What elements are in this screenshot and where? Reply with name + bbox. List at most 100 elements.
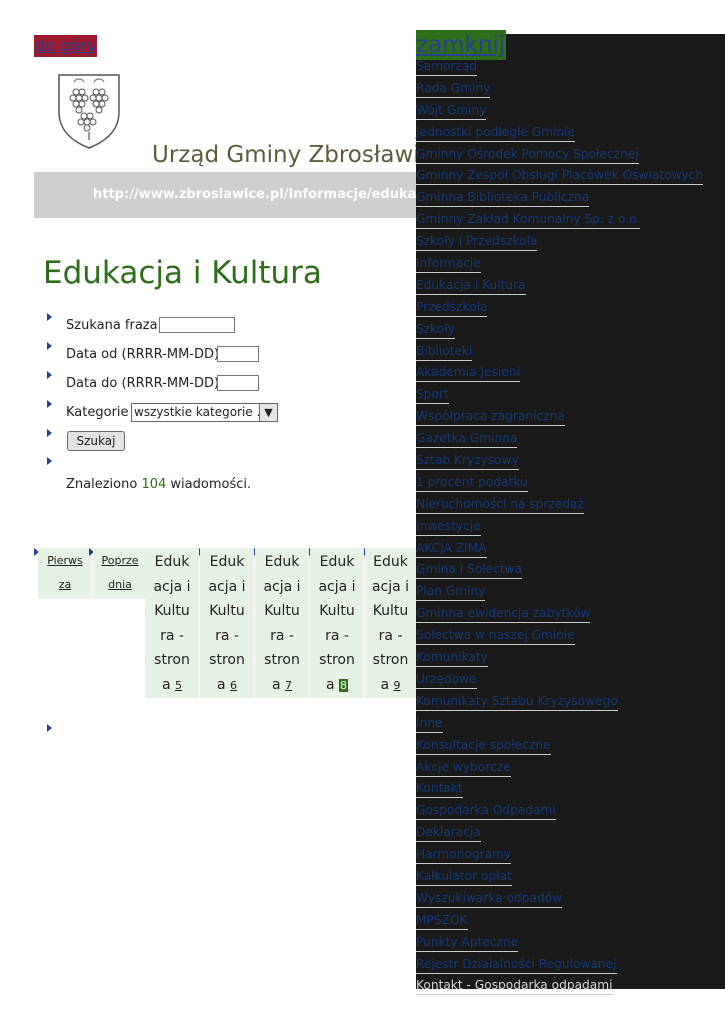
menu-item[interactable]: Akcje wyborcze <box>416 757 703 779</box>
menu-item[interactable]: Gminna Biblioteka Publiczna <box>416 187 703 209</box>
pagination-page-number[interactable]: 5 <box>175 679 182 692</box>
menu-item-label: Biblioteki <box>416 343 473 361</box>
results-count: 104 <box>141 477 167 492</box>
menu-item[interactable]: Szkoły <box>416 319 703 341</box>
url-bar: http://www.zbroslawice.pl/Informacje/edu… <box>34 172 434 218</box>
menu-item-label: Komunikaty <box>416 650 488 668</box>
pagination-page-text: a <box>271 676 281 693</box>
pagination-page-text: ra - <box>160 627 184 644</box>
menu-item[interactable]: Edukacja i Kultura <box>416 275 703 297</box>
pagination-current-page-number[interactable]: 8 <box>339 678 349 692</box>
menu-item-label: Kontakt <box>416 781 463 799</box>
menu-item[interactable]: Konsultacje społeczne <box>416 735 703 757</box>
menu-item-label: Gminna Biblioteka Publiczna <box>416 190 590 208</box>
menu-item-label: Harmonogramy <box>416 847 512 865</box>
date-from-input[interactable] <box>217 346 259 362</box>
menu-item[interactable]: Przedszkola <box>416 297 703 319</box>
date-to-input[interactable] <box>217 375 259 391</box>
pagination-prev[interactable]: Poprze dnia <box>93 548 147 599</box>
pagination-page-text: ra - <box>325 627 349 644</box>
menu-item[interactable]: Informacje <box>416 253 703 275</box>
menu-item[interactable]: Inne <box>416 713 703 735</box>
menu-item-label: Plan Gminy <box>416 584 486 602</box>
menu-item[interactable]: Kontakt - Gospodarka odpadami <box>416 975 703 997</box>
menu-item[interactable]: Gazetka Gminna <box>416 428 703 450</box>
pagination-first-line2[interactable]: za <box>59 578 72 591</box>
menu-item[interactable]: Gospodarka Odpadami <box>416 800 703 822</box>
menu-item[interactable]: Gminna ewidencja zabytków <box>416 603 703 625</box>
pagination-page-text: a <box>161 676 171 693</box>
menu-item[interactable]: Sport <box>416 384 703 406</box>
menu-item[interactable]: Sztab Kryzysowy <box>416 450 703 472</box>
category-selected-value: wszystkie kategorie ... <box>134 405 268 419</box>
pagination-page[interactable]: Eduk acja i Kultu ra - stron a 8 <box>310 548 364 698</box>
menu-item[interactable]: Rejestr Działalności Regulowanej <box>416 954 703 976</box>
search-phrase-input[interactable] <box>159 317 235 333</box>
menu-item[interactable]: Rada Gminy <box>416 78 703 100</box>
pagination-page-text: Kultu <box>209 603 245 619</box>
pagination-page-text: Kultu <box>319 603 355 619</box>
menu-item[interactable]: Gminny Ośrodek Pomocy Społecznej <box>416 144 703 166</box>
menu-item[interactable]: Komunikaty <box>416 647 703 669</box>
menu-item[interactable]: Akademia Jesieni <box>416 362 703 384</box>
menu-item[interactable]: Wójt Gminy <box>416 100 703 122</box>
triangle-bullet-icon <box>47 342 52 350</box>
menu-item-label: Komunikaty Sztabu Kryzysowego <box>416 693 618 711</box>
pagination-prev-line2[interactable]: dnia <box>108 578 132 591</box>
menu-item[interactable]: Gminny Zakład Komunalny Sp. z o.o. <box>416 209 703 231</box>
menu-item[interactable]: AKCJA ZIMA <box>416 538 703 560</box>
pagination-page-number[interactable]: 7 <box>285 679 292 692</box>
menu-item-label: AKCJA ZIMA <box>416 540 487 558</box>
site-title: Urząd Gminy Zbrosławice <box>152 142 447 168</box>
pagination-page[interactable]: Eduk acja i Kultu ra - stron a 9 <box>365 548 416 698</box>
menu-item-label: Wójt Gminy <box>416 102 487 120</box>
search-phrase-label: Szukana fraza <box>66 318 158 333</box>
menu-item[interactable]: Nieruchomości na sprzedaż <box>416 494 703 516</box>
results-suffix: wiadomości. <box>170 477 252 492</box>
pagination-page[interactable]: Eduk acja i Kultu ra - stron a 5 <box>145 548 199 698</box>
menu-item[interactable]: Inwestycje <box>416 516 703 538</box>
pagination-page[interactable]: Eduk acja i Kultu ra - stron a 7 <box>255 548 309 698</box>
menu-item-label: Kalkulator opłat <box>416 868 512 886</box>
menu-item[interactable]: Punkty Apteczne <box>416 932 703 954</box>
menu-item-label: Gospodarka Odpadami <box>416 803 556 821</box>
pagination-page-number[interactable]: 6 <box>230 679 237 692</box>
menu-item[interactable]: Komunikaty Sztabu Kryzysowego <box>416 691 703 713</box>
triangle-bullet-icon <box>47 429 52 437</box>
dropdown-arrow-icon[interactable]: ▼ <box>259 404 277 421</box>
category-select[interactable]: wszystkie kategorie ... ▼ <box>131 403 278 422</box>
nav-menu: Samorząd Rada Gminy Wójt Gminy Jednostki po… <box>416 56 704 997</box>
menu-item-label: Rada Gminy <box>416 80 491 98</box>
triangle-bullet-icon <box>47 724 52 732</box>
pagination-page-text: acja i <box>208 578 246 595</box>
menu-item-label: Współpraca zagraniczna <box>416 409 565 427</box>
menu-item[interactable]: Urzędowe <box>416 669 703 691</box>
search-submit-button[interactable]: Szukaj <box>67 431 125 451</box>
pagination-page-text: a <box>325 676 335 693</box>
menu-item[interactable]: Współpraca zagraniczna <box>416 406 703 428</box>
pagination-first-line1[interactable]: Pierws <box>47 554 82 567</box>
pagination-page-text: Kultu <box>264 603 300 619</box>
menu-item[interactable]: Kalkulator opłat <box>416 866 703 888</box>
pagination-page[interactable]: Eduk acja i Kultu ra - stron a 6 <box>200 548 254 698</box>
menu-item[interactable]: MPSZOK <box>416 910 703 932</box>
menu-item[interactable]: Harmonogramy <box>416 844 703 866</box>
menu-item[interactable]: Szkoły i Przedszkola <box>416 231 703 253</box>
menu-item[interactable]: Gmina i Sołectwa <box>416 559 703 581</box>
menu-item[interactable]: Biblioteki <box>416 341 703 363</box>
menu-item[interactable]: Plan Gminy <box>416 581 703 603</box>
menu-item[interactable]: Jednostki podległe Gminie <box>416 122 703 144</box>
menu-item[interactable]: Kontakt <box>416 778 703 800</box>
pagination-page-number[interactable]: 9 <box>394 679 401 692</box>
back-to-top-link[interactable]: do góry <box>34 35 98 57</box>
menu-item[interactable]: Sołectwa w naszej Gminie <box>416 625 703 647</box>
menu-item[interactable]: Deklaracja <box>416 822 703 844</box>
menu-item[interactable]: Samorząd <box>416 56 703 78</box>
menu-item-label: Gazetka Gminna <box>416 431 518 449</box>
pagination-prev-line1[interactable]: Poprze <box>101 554 138 567</box>
menu-item-label: Jednostki podległe Gminie <box>416 124 576 142</box>
menu-item[interactable]: Wyszukiwarka odpadów <box>416 888 703 910</box>
menu-item[interactable]: 1 procent podatku <box>416 472 703 494</box>
menu-item[interactable]: Gminny Zespół Obsługi Placówek Oświatowy… <box>416 165 704 187</box>
pagination-first[interactable]: Pierws za <box>38 548 92 599</box>
